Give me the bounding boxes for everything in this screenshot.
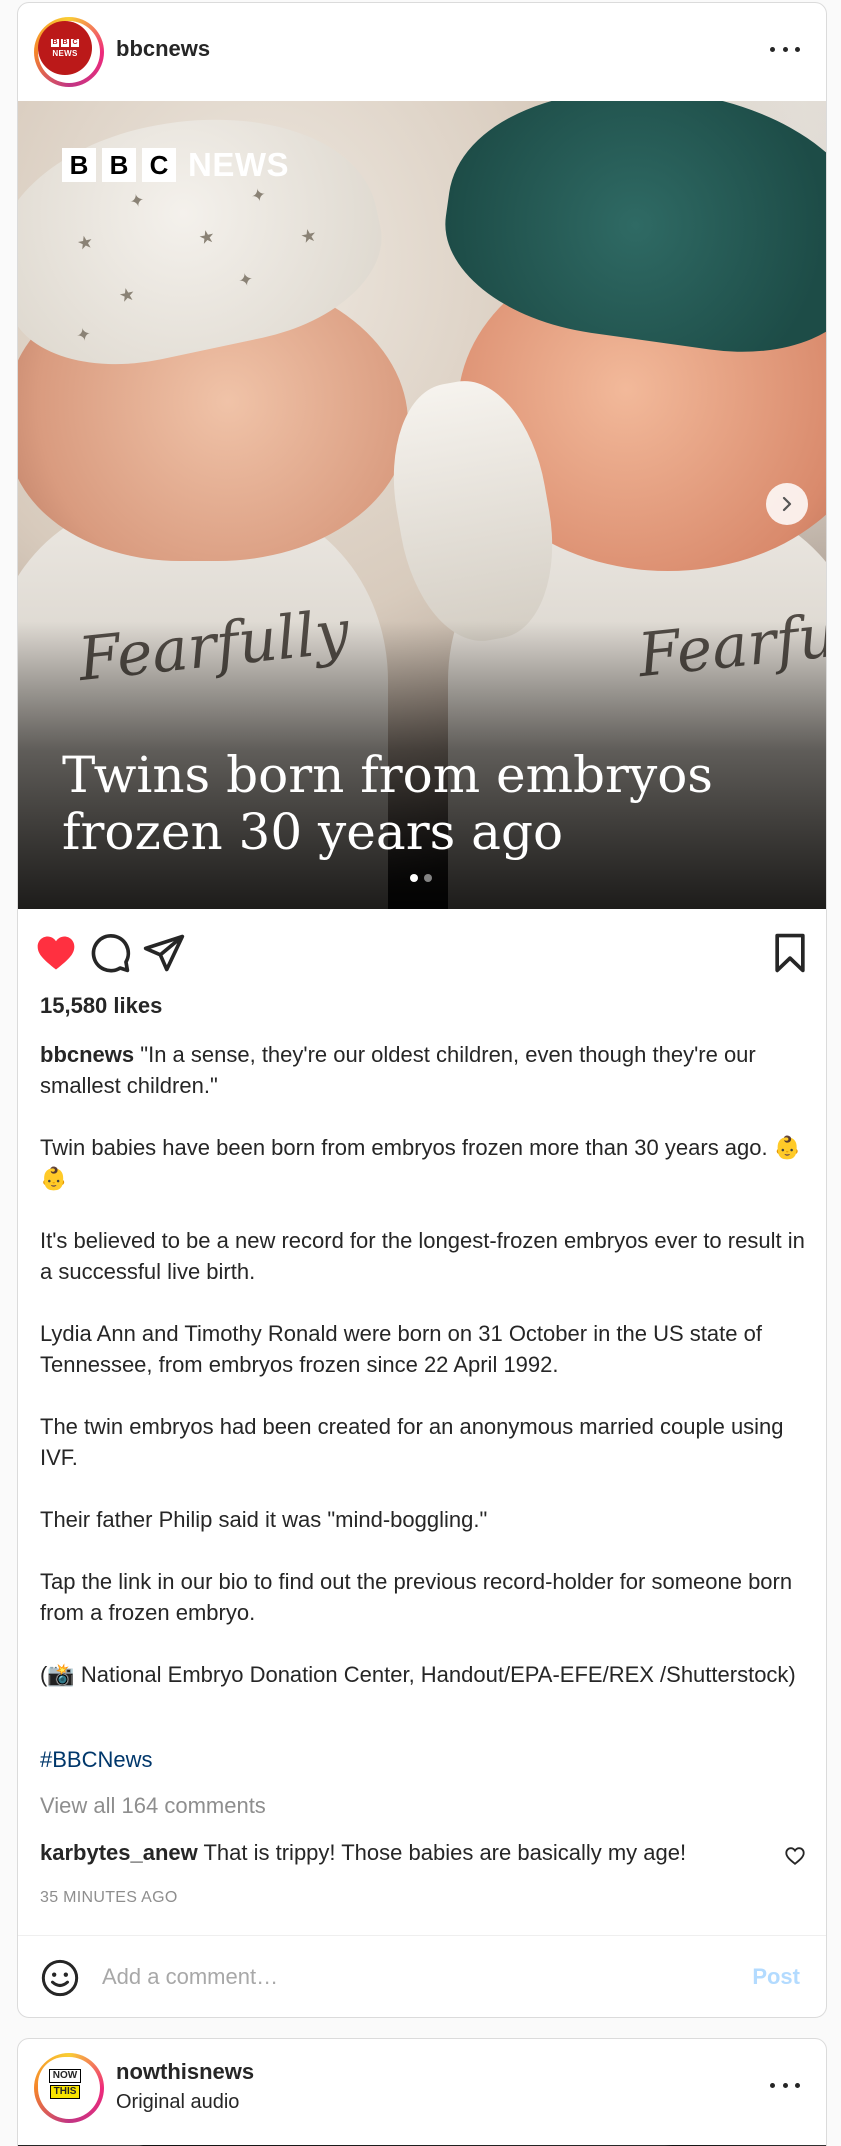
- comment-text: That is trippy! Those babies are basical…: [203, 1840, 687, 1865]
- post-card: NOW THIS nowthisnews Original audio: [17, 2038, 827, 2146]
- bbc-logo-block: B: [102, 148, 136, 182]
- post-comment-button[interactable]: Post: [752, 1964, 800, 1990]
- image-headline: Twins born from embryos frozen 30 years …: [62, 747, 782, 861]
- smiley-icon: [41, 1959, 79, 1997]
- caption-paragraph: Twin babies have been born from embryos …: [40, 1135, 802, 1191]
- more-options-button[interactable]: [770, 2075, 800, 2095]
- story-ring[interactable]: NOW THIS: [34, 2053, 104, 2123]
- story-ring[interactable]: B B C NEWS: [34, 17, 104, 87]
- post-header: NOW THIS nowthisnews Original audio: [18, 2039, 826, 2137]
- avatar-logo-word: NEWS: [52, 48, 78, 58]
- caption-paragraph: Lydia Ann and Timothy Ronald were born o…: [40, 1321, 762, 1377]
- comment-input[interactable]: [102, 1956, 662, 1998]
- share-button[interactable]: [142, 931, 186, 975]
- avatar: NOW THIS: [38, 2057, 92, 2111]
- post-caption: bbcnews "In a sense, they're our oldest …: [40, 1039, 820, 1721]
- avatar-logo-line: THIS: [49, 2085, 81, 2099]
- like-button[interactable]: [34, 931, 78, 975]
- caption-paragraph: Tap the link in our bio to find out the …: [40, 1569, 793, 1625]
- caption-paragraph: bbcnews "In a sense, they're our oldest …: [40, 1039, 820, 1101]
- send-icon: [143, 934, 185, 972]
- like-count[interactable]: 15,580 likes: [40, 993, 162, 1019]
- add-comment-bar: Post: [18, 1935, 826, 2017]
- caption-paragraph: It's believed to be a new record for the…: [40, 1228, 805, 1284]
- post-username[interactable]: nowthisnews: [116, 2059, 254, 2085]
- bbc-logo-word: NEWS: [188, 146, 289, 183]
- carousel-indicator: [410, 874, 432, 882]
- post-username[interactable]: bbcnews: [116, 36, 210, 62]
- heart-outline-icon: [785, 1847, 805, 1865]
- emoji-button[interactable]: [40, 1958, 80, 1998]
- bookmark-icon: [775, 933, 805, 973]
- headline-line-2: frozen 30 years ago: [62, 803, 564, 861]
- post-image[interactable]: ★✦★ ✦★✦ ★✦ Fearfully Fearfu B B C NEWS T…: [18, 101, 826, 909]
- comment-icon: [91, 934, 131, 973]
- chevron-right-icon: [782, 496, 792, 512]
- post-header: B B C NEWS bbcnews: [18, 3, 826, 101]
- comment-like-button[interactable]: [784, 1845, 806, 1867]
- post-timestamp[interactable]: 35 MINUTES AGO: [40, 1889, 178, 1907]
- post-card: B B C NEWS bbcnews ★✦★ ✦★✦ ★✦ Fearfully: [17, 2, 827, 2018]
- bbc-logo-block: C: [142, 148, 176, 182]
- avatar-logo-block: C: [71, 38, 79, 47]
- more-dot-icon: [782, 2082, 788, 2088]
- view-all-comments-link[interactable]: View all 164 comments: [40, 1793, 266, 1819]
- caption-text: "In a sense, they're our oldest children…: [40, 1042, 756, 1098]
- top-comment: karbytes_anew That is trippy! Those babi…: [40, 1837, 780, 1868]
- post-action-bar: [18, 909, 826, 991]
- avatar-logo-blocks: B B C: [51, 38, 79, 47]
- caption-paragraph: The twin embryos had been created for an…: [40, 1414, 784, 1470]
- more-dot-icon: [795, 46, 800, 52]
- comment-username[interactable]: karbytes_anew: [40, 1840, 198, 1865]
- avatar: B B C NEWS: [38, 21, 92, 75]
- carousel-dot: [424, 874, 432, 882]
- save-button[interactable]: [768, 931, 812, 975]
- more-dot-icon: [770, 2082, 775, 2088]
- caption-username[interactable]: bbcnews: [40, 1042, 134, 1067]
- caption-paragraph: (📸 National Embryo Donation Center, Hand…: [40, 1662, 796, 1687]
- more-options-button[interactable]: [770, 39, 800, 59]
- carousel-dot-active: [410, 874, 418, 882]
- bbc-news-logo: B B C NEWS: [62, 146, 289, 184]
- avatar-logo-line: NOW: [48, 2069, 82, 2083]
- headline-line-1: Twins born from embryos: [62, 746, 713, 804]
- hashtag-link[interactable]: #BBCNews: [40, 1747, 152, 1773]
- more-dot-icon: [770, 46, 775, 52]
- more-dot-icon: [795, 2082, 800, 2088]
- more-dot-icon: [782, 46, 788, 52]
- caption-paragraph: Their father Philip said it was "mind-bo…: [40, 1507, 488, 1532]
- carousel-next-button[interactable]: [766, 483, 808, 525]
- audio-label[interactable]: Original audio: [116, 2091, 239, 2114]
- avatar-logo-block: B: [51, 38, 59, 47]
- avatar-logo-block: B: [61, 38, 69, 47]
- heart-filled-icon: [37, 936, 75, 970]
- bbc-logo-block: B: [62, 148, 96, 182]
- comment-button[interactable]: [88, 931, 132, 975]
